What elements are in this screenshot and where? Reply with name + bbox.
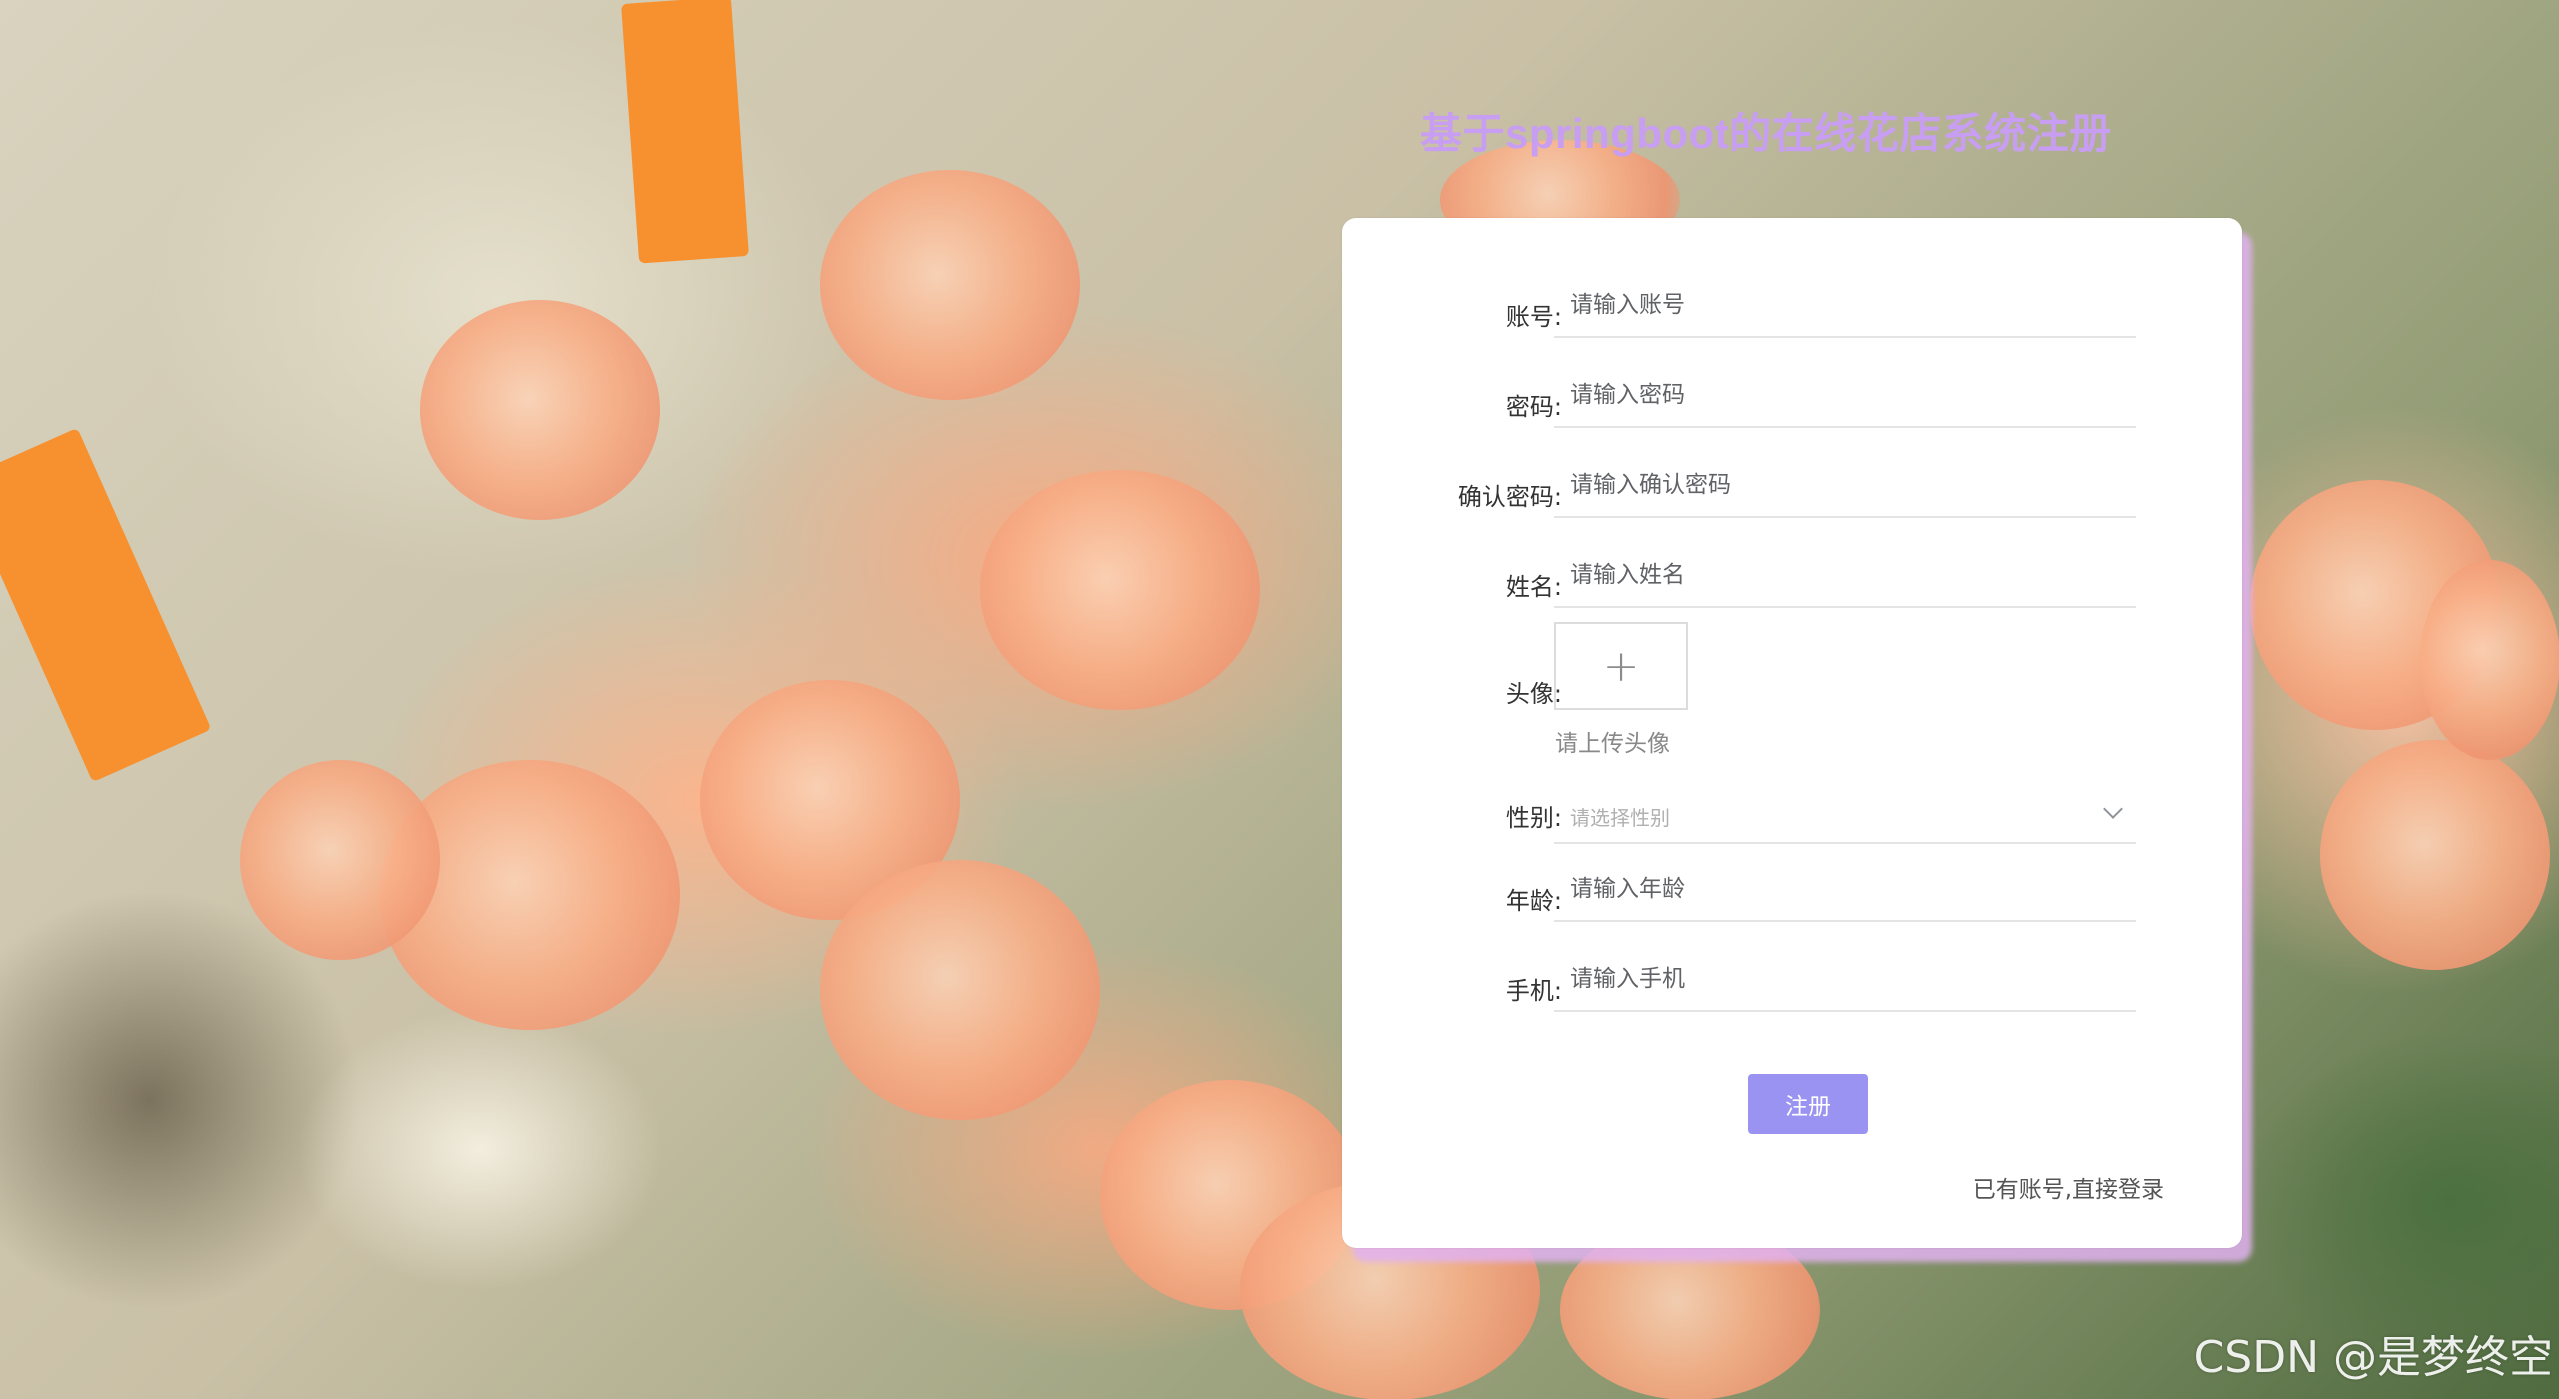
gender-select[interactable]: 请选择性别	[1554, 788, 2136, 844]
avatar-upload-hint: 请上传头像	[1555, 731, 1670, 757]
confirm-password-label: 确认密码:	[1457, 483, 1562, 511]
register-page: 基于springboot的在线花店系统注册 账号: 密码: 确认密码: 姓名: …	[0, 0, 2559, 1399]
account-input[interactable]	[1554, 274, 2136, 338]
avatar-upload-button[interactable]: +	[1554, 622, 1688, 710]
background-rose	[2420, 560, 2559, 760]
phone-row: 手机:	[1342, 928, 2242, 1018]
page-title: 基于springboot的在线花店系统注册	[1420, 110, 2112, 157]
confirm-password-row: 确认密码:	[1342, 434, 2242, 524]
account-row: 账号:	[1342, 254, 2242, 344]
gender-select-placeholder: 请选择性别	[1570, 806, 1670, 830]
confirm-password-input[interactable]	[1554, 454, 2136, 518]
age-input[interactable]	[1554, 858, 2136, 922]
register-form-card: 账号: 密码: 确认密码: 姓名: 头像: + 请上传头像 性别: 请选择性别 …	[1342, 218, 2242, 1248]
watermark: CSDN @是梦终空	[2193, 1332, 2553, 1383]
register-button[interactable]: 注册	[1748, 1074, 1868, 1134]
background-strap	[621, 0, 749, 264]
background-strap	[0, 427, 212, 783]
phone-input[interactable]	[1554, 948, 2136, 1012]
name-row: 姓名:	[1342, 524, 2242, 614]
background-rose	[420, 300, 660, 520]
age-row: 年龄:	[1342, 838, 2242, 928]
background-rose	[820, 170, 1080, 400]
background-rose	[980, 470, 1260, 710]
password-row: 密码:	[1342, 344, 2242, 434]
background-rose	[2320, 740, 2550, 970]
name-input[interactable]	[1554, 544, 2136, 608]
background-rose	[820, 860, 1100, 1120]
password-input[interactable]	[1554, 364, 2136, 428]
background-rose	[240, 760, 440, 960]
plus-icon: +	[1602, 640, 1640, 692]
chevron-down-icon	[2103, 799, 2123, 819]
login-link[interactable]: 已有账号,直接登录	[1973, 1170, 2164, 1204]
